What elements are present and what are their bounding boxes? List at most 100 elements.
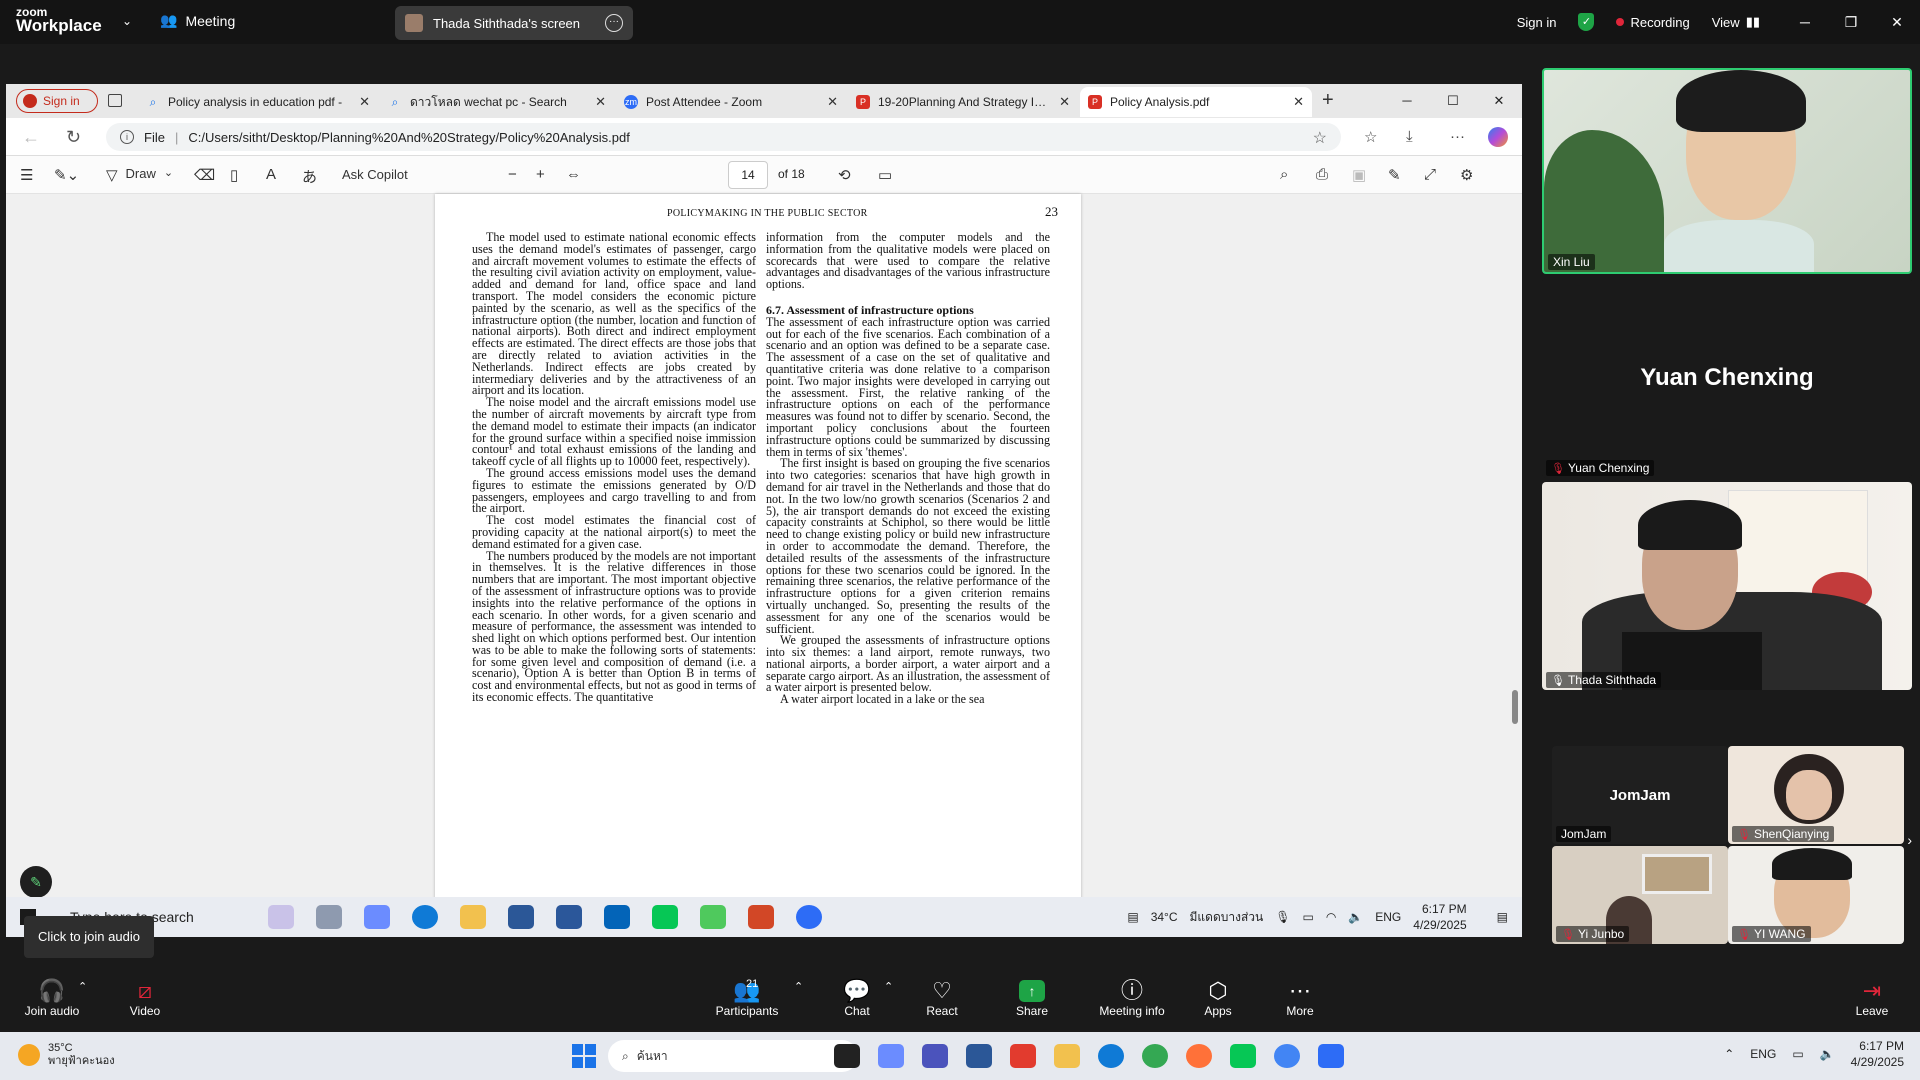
apps-button[interactable]: ⬡ Apps <box>1204 978 1232 1018</box>
zoom-out-icon[interactable]: − <box>508 166 517 183</box>
refresh-icon[interactable]: ↻ <box>66 127 81 148</box>
clock[interactable]: 6:17 PM 4/29/2025 <box>1851 1038 1904 1070</box>
edge-icon[interactable] <box>1098 1044 1124 1068</box>
chrome-icon[interactable] <box>1142 1044 1168 1068</box>
close-tab-icon[interactable]: ✕ <box>1059 94 1070 110</box>
display-icon[interactable]: ▭ <box>1792 1047 1803 1061</box>
close-tab-icon[interactable]: ✕ <box>595 94 606 110</box>
recording-indicator[interactable]: Recording <box>1616 15 1690 30</box>
two-page-icon[interactable]: ▭ <box>878 166 892 184</box>
more-menu-icon[interactable]: ··· <box>1450 128 1465 145</box>
maximize-icon[interactable]: ☐ <box>1430 84 1476 118</box>
favorite-star-icon[interactable]: ☆ <box>1313 128 1327 148</box>
chevron-down-icon[interactable]: ⌄ <box>122 14 132 28</box>
more-button[interactable]: ⋯ More <box>1284 978 1316 1018</box>
annotate-pen-icon[interactable]: ✎ <box>20 866 52 898</box>
zoom-icon[interactable] <box>1318 1044 1344 1068</box>
chevron-up-icon[interactable]: ⌃ <box>1724 1047 1734 1061</box>
chrome-profile-icon[interactable] <box>1274 1044 1300 1068</box>
participant-tile-thada-siththada[interactable]: 🎙 Thada Siththada <box>1542 482 1912 690</box>
meeting-menu[interactable]: 👥 Meeting <box>160 12 235 29</box>
participant-tile-yi-junbo[interactable]: 🎙 Yi Junbo <box>1552 846 1728 944</box>
scrollbar-thumb[interactable] <box>1512 690 1518 724</box>
teams-icon[interactable] <box>922 1044 948 1068</box>
fit-page-icon[interactable]: ⇔ <box>566 166 581 183</box>
video-button[interactable]: ⧄ Video <box>124 978 166 1018</box>
tab-wechat-search[interactable]: ⌕ ดาวโหลด wechat pc - Search ✕ <box>380 87 614 117</box>
minimize-icon[interactable]: ─ <box>1782 14 1828 31</box>
chevron-right-icon[interactable]: › <box>1907 832 1912 848</box>
zoom-sign-in[interactable]: Sign in <box>1517 15 1557 30</box>
participant-tile-yuan-chenxing[interactable]: Yuan Chenxing 🎙 Yuan Chenxing <box>1542 278 1912 478</box>
address-bar[interactable]: i File | C:/Users/sitht/Desktop/Planning… <box>106 123 1341 151</box>
line-icon[interactable] <box>1230 1044 1256 1068</box>
zoom-in-icon[interactable]: + <box>536 166 545 183</box>
join-audio-button[interactable]: 🎧 Join audio <box>22 978 82 1018</box>
page-view-icon[interactable]: ▯ <box>230 166 238 184</box>
screen-share-pill[interactable]: Thada Siththada's screen ··· <box>395 6 633 40</box>
windows-search-box[interactable]: ⌕ ค้นหา <box>608 1040 858 1072</box>
chevron-up-icon[interactable]: ⌃ <box>884 980 893 993</box>
print-icon[interactable]: ⎙ <box>1316 166 1328 183</box>
read-aloud-icon[interactable]: A <box>266 166 276 183</box>
tab-planning-strategy-pdf[interactable]: P 19-20Planning And Strategy In E ✕ <box>848 87 1078 117</box>
security-shield-icon[interactable]: ✓ <box>1578 13 1595 31</box>
weather-widget[interactable]: 35°C พายุฟ้าคะนอง <box>18 1042 115 1068</box>
windows-start-icon[interactable] <box>572 1044 596 1068</box>
copilot-icon[interactable] <box>1488 127 1508 147</box>
highlight-icon[interactable]: ✎⌄ <box>54 166 79 184</box>
participant-tile-xin-liu[interactable]: Xin Liu <box>1542 68 1912 274</box>
info-icon[interactable]: i <box>120 130 134 144</box>
settings-gear-icon[interactable]: ⚙ <box>1460 166 1473 184</box>
close-tab-icon[interactable]: ✕ <box>359 94 370 110</box>
store-icon[interactable] <box>966 1044 992 1068</box>
new-tab-icon[interactable]: + <box>1322 89 1334 112</box>
close-tab-icon[interactable]: ✕ <box>1293 94 1304 110</box>
translate-icon[interactable]: あ <box>302 166 317 187</box>
draw-button[interactable]: ▽ Draw ⌄ <box>106 166 173 184</box>
chevron-up-icon[interactable]: ⌃ <box>78 980 87 993</box>
eraser-icon[interactable]: ⌫ <box>194 166 215 184</box>
leave-button[interactable]: ⇥ Leave <box>1854 978 1890 1018</box>
copilot-icon[interactable] <box>878 1044 904 1068</box>
task-view-icon[interactable] <box>834 1044 860 1068</box>
participant-tile-yi-wang[interactable]: 🎙 YI WANG <box>1728 846 1904 944</box>
back-icon[interactable]: ← <box>22 127 40 148</box>
firefox-icon[interactable] <box>1186 1044 1212 1068</box>
share-button[interactable]: ↑ Share <box>1014 978 1050 1018</box>
fullscreen-icon[interactable]: ⤢ <box>1424 166 1436 183</box>
rotate-icon[interactable]: ⟲ <box>838 166 851 184</box>
close-icon[interactable]: ✕ <box>1476 84 1522 118</box>
save-icon[interactable]: ▣ <box>1352 166 1366 184</box>
participants-button[interactable]: 👥 21 Participants <box>714 978 780 1018</box>
chat-button[interactable]: 💬 Chat <box>842 978 872 1018</box>
tab-policy-analysis-pdf[interactable]: P Policy Analysis.pdf ✕ <box>1080 87 1312 117</box>
page-number-input[interactable]: 14 <box>728 161 768 189</box>
chevron-up-icon[interactable]: ⌃ <box>794 980 803 993</box>
scrollbar[interactable] <box>1508 194 1522 936</box>
volume-icon[interactable]: 🔈 <box>1820 1047 1835 1061</box>
meeting-info-button[interactable]: ⓘ Meeting info <box>1094 978 1170 1018</box>
tab-actions-icon[interactable] <box>108 94 122 107</box>
browser-sign-in-button[interactable]: Sign in <box>16 89 98 113</box>
tab-post-attendee-zoom[interactable]: zm Post Attendee - Zoom ✕ <box>616 87 846 117</box>
view-menu[interactable]: View ▮▮ <box>1712 14 1760 30</box>
minimize-icon[interactable]: ─ <box>1384 84 1430 118</box>
save-as-icon[interactable]: ✎ <box>1388 166 1401 184</box>
file-explorer-icon[interactable] <box>1054 1044 1080 1068</box>
ask-copilot-button[interactable]: Ask Copilot <box>342 167 408 182</box>
url-text[interactable]: C:/Users/sitht/Desktop/Planning%20And%20… <box>188 130 630 145</box>
language[interactable]: ENG <box>1750 1047 1776 1061</box>
participant-tile-jomjam[interactable]: JomJam JomJam <box>1552 746 1728 844</box>
download-icon[interactable]: ⤓ <box>1406 128 1413 145</box>
close-icon[interactable]: ✕ <box>1874 14 1920 31</box>
search-icon[interactable]: ⌕ <box>1280 166 1288 183</box>
favorites-icon[interactable]: ☆ <box>1364 128 1377 146</box>
close-tab-icon[interactable]: ✕ <box>827 94 838 110</box>
participant-tile-shenqianying[interactable]: 🎙 ShenQianying <box>1728 746 1904 844</box>
tab-policy-analysis-search[interactable]: ⌕ Policy analysis in education pdf - ✕ <box>138 87 378 117</box>
anydesk-icon[interactable] <box>1010 1044 1036 1068</box>
contents-icon[interactable]: ☰ <box>20 166 33 184</box>
pdf-viewer[interactable]: POLICYMAKING IN THE PUBLIC SECTOR 23 The… <box>6 194 1522 936</box>
restore-icon[interactable]: ❐ <box>1828 14 1874 31</box>
